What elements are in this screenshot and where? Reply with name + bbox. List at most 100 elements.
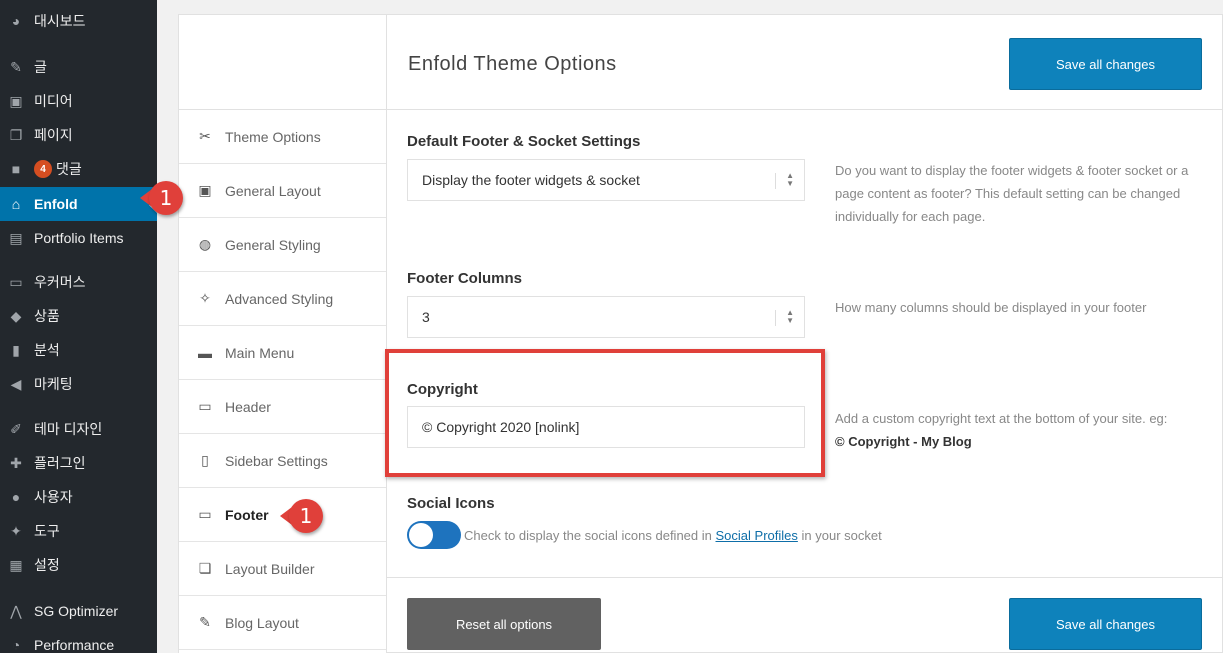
nav-item-5[interactable]: ▭ Header bbox=[179, 380, 386, 434]
nav-item-0[interactable]: ✂ Theme Options bbox=[179, 110, 386, 164]
nav-item-label: General Layout bbox=[225, 182, 321, 199]
theme-options-header: Enfold Theme Options Save all changes bbox=[387, 15, 1223, 110]
nav-item-9[interactable]: ✎ Blog Layout bbox=[179, 596, 386, 650]
wp-menu-label: 마케팅 bbox=[34, 376, 73, 392]
wp-menu-item-14[interactable]: ✦ 도구 bbox=[0, 514, 157, 548]
nav-item-label: General Styling bbox=[225, 236, 321, 253]
wp-menu-item-12[interactable]: ✚ 플러그인 bbox=[0, 446, 157, 480]
toggle-knob bbox=[409, 523, 433, 547]
analytics-icon: ▮ bbox=[12, 341, 20, 358]
nav-item-label: Sidebar Settings bbox=[225, 452, 328, 469]
wp-menu-item-7[interactable]: ▭ 우커머스 bbox=[0, 265, 157, 299]
wp-menu-label: SG Optimizer bbox=[34, 603, 119, 619]
footer-settings-desc: Do you want to display the footer widget… bbox=[835, 163, 1189, 224]
wp-menu-label: 대시보드 bbox=[34, 13, 86, 29]
performance-icon: ◔ bbox=[11, 637, 21, 653]
save-all-button-top[interactable]: Save all changes bbox=[1009, 38, 1202, 90]
wp-menu-label: 테마 디자인 bbox=[34, 421, 103, 437]
wp-menu-item-2[interactable]: ▣ 미디어 bbox=[0, 84, 157, 118]
wp-menu-label: 사용자 bbox=[34, 489, 73, 505]
wp-menu-label: 글 bbox=[34, 59, 47, 75]
wp-menu-item-16[interactable]: ⋀ SG Optimizer bbox=[0, 594, 157, 628]
woo-icon: ▭ bbox=[9, 273, 23, 290]
header-icon: ▭ bbox=[198, 398, 212, 414]
layers-icon: ❏ bbox=[198, 560, 212, 576]
nav-item-label: Theme Options bbox=[225, 128, 321, 145]
wp-menu-label: 댓글 bbox=[56, 161, 82, 177]
wp-menu-label: 상품 bbox=[34, 308, 60, 324]
wp-admin-sidebar: ◕ 대시보드 ✎ 글 ▣ 미디어 ❐ 페이지 ■ 4 댓글 ⌂ Enfold ▤ Portfolio Ite… bbox=[0, 0, 157, 653]
copyright-desc: Add a custom copyright text at the botto… bbox=[835, 407, 1220, 453]
nav-logo-area bbox=[179, 15, 386, 110]
layout-icon: ▣ bbox=[198, 182, 212, 198]
nav-item-3[interactable]: ✧ Advanced Styling bbox=[179, 272, 386, 326]
wp-menu-item-1[interactable]: ✎ 글 bbox=[0, 50, 157, 84]
theme-options-nav: ✂ Theme Options ▣ General Layout ◍ General St… bbox=[179, 15, 387, 653]
wp-menu-item-3[interactable]: ❐ 페이지 bbox=[0, 118, 157, 152]
nav-item-label: Blog Layout bbox=[225, 614, 299, 631]
nav-item-4[interactable]: ▬ Main Menu bbox=[179, 326, 386, 380]
footer-divider bbox=[386, 577, 1223, 578]
wp-menu-item-5[interactable]: ⌂ Enfold bbox=[0, 187, 157, 221]
nav-item-1[interactable]: ▣ General Layout bbox=[179, 164, 386, 218]
wp-menu-item-13[interactable]: ● 사용자 bbox=[0, 480, 157, 514]
wp-menu-item-4[interactable]: ■ 4 댓글 bbox=[0, 152, 157, 186]
wp-menu-label: Performance bbox=[34, 637, 115, 653]
portfolio-icon: ▤ bbox=[9, 229, 23, 246]
comment-count-badge: 4 bbox=[34, 160, 52, 178]
wp-menu-item-9[interactable]: ▮ 분석 bbox=[0, 333, 157, 367]
copyright-desc-text: Add a custom copyright text at the botto… bbox=[835, 411, 1168, 426]
wp-menu-item-8[interactable]: ◆ 상품 bbox=[0, 299, 157, 333]
wp-menu-item-17[interactable]: ◔ Performance bbox=[0, 628, 157, 653]
social-icons-desc: Check to display the social icons define… bbox=[464, 528, 882, 543]
footer-settings-select[interactable]: Display the footer widgets & socket ▲ ▼ bbox=[407, 159, 805, 201]
footer-columns-value: 3 bbox=[422, 309, 430, 325]
wp-menu-item-15[interactable]: ▦ 설정 bbox=[0, 548, 157, 582]
nav-item-6[interactable]: ▯ Sidebar Settings bbox=[179, 434, 386, 488]
social-profiles-link[interactable]: Social Profiles bbox=[716, 528, 798, 543]
wp-menu-label: 미디어 bbox=[34, 93, 73, 109]
wp-menu-label: 플러그인 bbox=[34, 455, 86, 471]
wp-menu-label: 도구 bbox=[34, 523, 60, 539]
footer-icon: ▭ bbox=[198, 506, 212, 522]
footer-settings-value: Display the footer widgets & socket bbox=[422, 172, 640, 188]
nav-item-label: Layout Builder bbox=[225, 560, 315, 577]
wp-menu-item-10[interactable]: ◀ 마케팅 bbox=[0, 367, 157, 401]
save-all-button-bottom[interactable]: Save all changes bbox=[1009, 598, 1202, 650]
copyright-desc-example: © Copyright - My Blog bbox=[835, 434, 972, 449]
social-icons-label: Social Icons bbox=[407, 495, 495, 512]
footer-columns-select[interactable]: 3 ▲ ▼ bbox=[407, 296, 805, 338]
sidebar-icon: ▯ bbox=[201, 452, 209, 468]
product-icon: ◆ bbox=[10, 307, 22, 324]
social-icons-toggle[interactable] bbox=[407, 521, 461, 549]
home-icon: ⌂ bbox=[11, 196, 21, 212]
page-title: Enfold Theme Options bbox=[408, 53, 617, 75]
footer-columns-label: Footer Columns bbox=[407, 270, 522, 287]
sg-optimizer-icon: ⋀ bbox=[10, 602, 22, 619]
select-caret-icon: ▲ ▼ bbox=[786, 171, 794, 188]
nav-item-2[interactable]: ◍ General Styling bbox=[179, 218, 386, 272]
social-icons-desc-before: Check to display the social icons define… bbox=[464, 528, 712, 543]
plugin-icon: ✚ bbox=[10, 454, 22, 471]
pin-icon: ✎ bbox=[10, 58, 22, 75]
wp-menu-item-6[interactable]: ▤ Portfolio Items bbox=[0, 221, 157, 255]
nav-item-8[interactable]: ❏ Layout Builder bbox=[179, 542, 386, 596]
nav-item-label: Header bbox=[225, 398, 271, 415]
tools-icon: ✂ bbox=[199, 128, 211, 144]
copyright-highlight-box bbox=[385, 349, 825, 477]
footer-columns-desc: How many columns should be displayed in … bbox=[835, 300, 1147, 315]
nav-item-label: Main Menu bbox=[225, 344, 295, 361]
wp-menu-label: 설정 bbox=[34, 557, 60, 573]
wp-menu-item-0[interactable]: ◕ 대시보드 bbox=[0, 4, 157, 38]
page-icon: ❐ bbox=[9, 126, 23, 143]
comment-icon: ■ bbox=[11, 161, 21, 177]
wp-menu-item-11[interactable]: ✐ 테마 디자인 bbox=[0, 412, 157, 446]
wp-menu-label: 분석 bbox=[34, 342, 60, 358]
palette-icon: ◍ bbox=[198, 236, 212, 252]
callout-footer: 1 bbox=[280, 499, 323, 533]
nav-item-label: Advanced Styling bbox=[225, 290, 334, 307]
reset-all-button[interactable]: Reset all options bbox=[407, 598, 601, 650]
wp-menu-label: Portfolio Items bbox=[34, 230, 124, 246]
wrench-icon: ✦ bbox=[10, 522, 22, 539]
nav-item-label: Footer bbox=[225, 506, 269, 523]
